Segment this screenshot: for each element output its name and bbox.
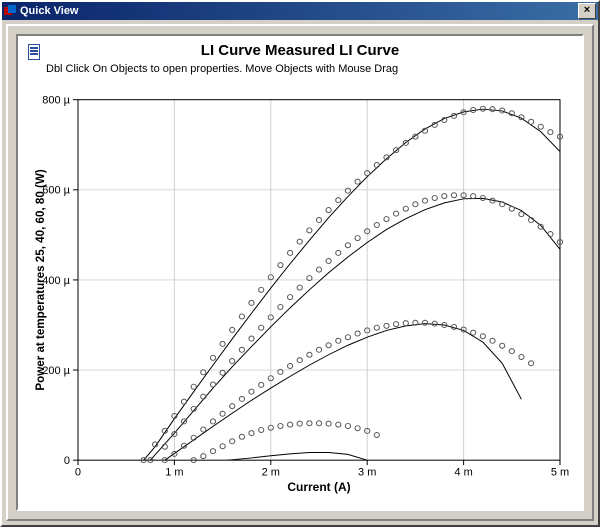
svg-text:4 m: 4 m — [454, 467, 472, 479]
window-frame: Quick View × LI Curve Measured LI Curve … — [0, 0, 600, 527]
hint-text: Dbl Click On Objects to open properties.… — [46, 63, 582, 75]
chart-svg[interactable]: 01 m2 m3 m4 m5 m0200 µ400 µ600 µ800 µCur… — [30, 90, 570, 497]
svg-text:800 µ: 800 µ — [42, 95, 70, 107]
svg-text:0: 0 — [75, 467, 81, 479]
chart-panel: LI Curve Measured LI Curve Dbl Click On … — [16, 34, 584, 511]
window-title: Quick View — [20, 5, 578, 17]
svg-text:5 m: 5 m — [551, 467, 569, 479]
app-icon — [4, 5, 16, 17]
document-icon[interactable] — [26, 44, 42, 60]
svg-text:Power at temperatures 25, 40,: Power at temperatures 25, 40, 60, 80 (W) — [33, 169, 47, 390]
titlebar[interactable]: Quick View × — [2, 2, 598, 20]
svg-text:2 m: 2 m — [262, 467, 280, 479]
svg-text:3 m: 3 m — [358, 467, 376, 479]
svg-text:1 m: 1 m — [165, 467, 183, 479]
chart-title: LI Curve Measured LI Curve — [18, 42, 582, 59]
client-area: LI Curve Measured LI Curve Dbl Click On … — [6, 24, 594, 521]
close-button[interactable]: × — [578, 3, 596, 19]
svg-text:0: 0 — [64, 455, 70, 467]
svg-text:Current (A): Current (A) — [287, 480, 350, 494]
chart-plot[interactable]: 01 m2 m3 m4 m5 m0200 µ400 µ600 µ800 µCur… — [30, 90, 570, 497]
